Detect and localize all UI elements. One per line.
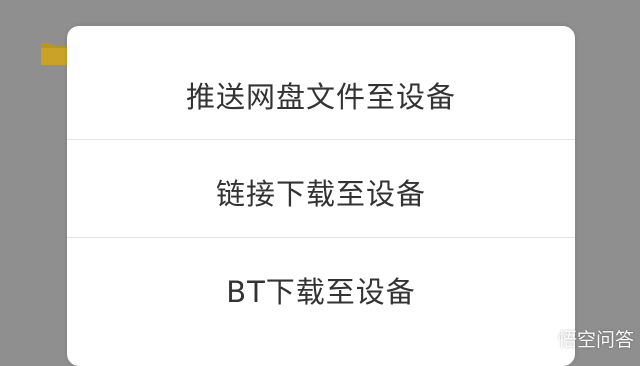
watermark-text: 悟空问答 xyxy=(557,329,634,351)
link-download-to-device-option[interactable]: 链接下载至设备 xyxy=(67,139,575,244)
wukong-logo-icon xyxy=(527,326,553,352)
bt-download-to-device-option[interactable]: BT下载至设备 xyxy=(67,237,575,342)
folder-icon xyxy=(40,40,70,66)
action-menu: 推送网盘文件至设备 链接下载至设备 BT下载至设备 xyxy=(67,26,575,366)
watermark: 悟空问答 xyxy=(527,325,634,352)
push-cloud-files-to-device-option[interactable]: 推送网盘文件至设备 xyxy=(67,42,575,147)
